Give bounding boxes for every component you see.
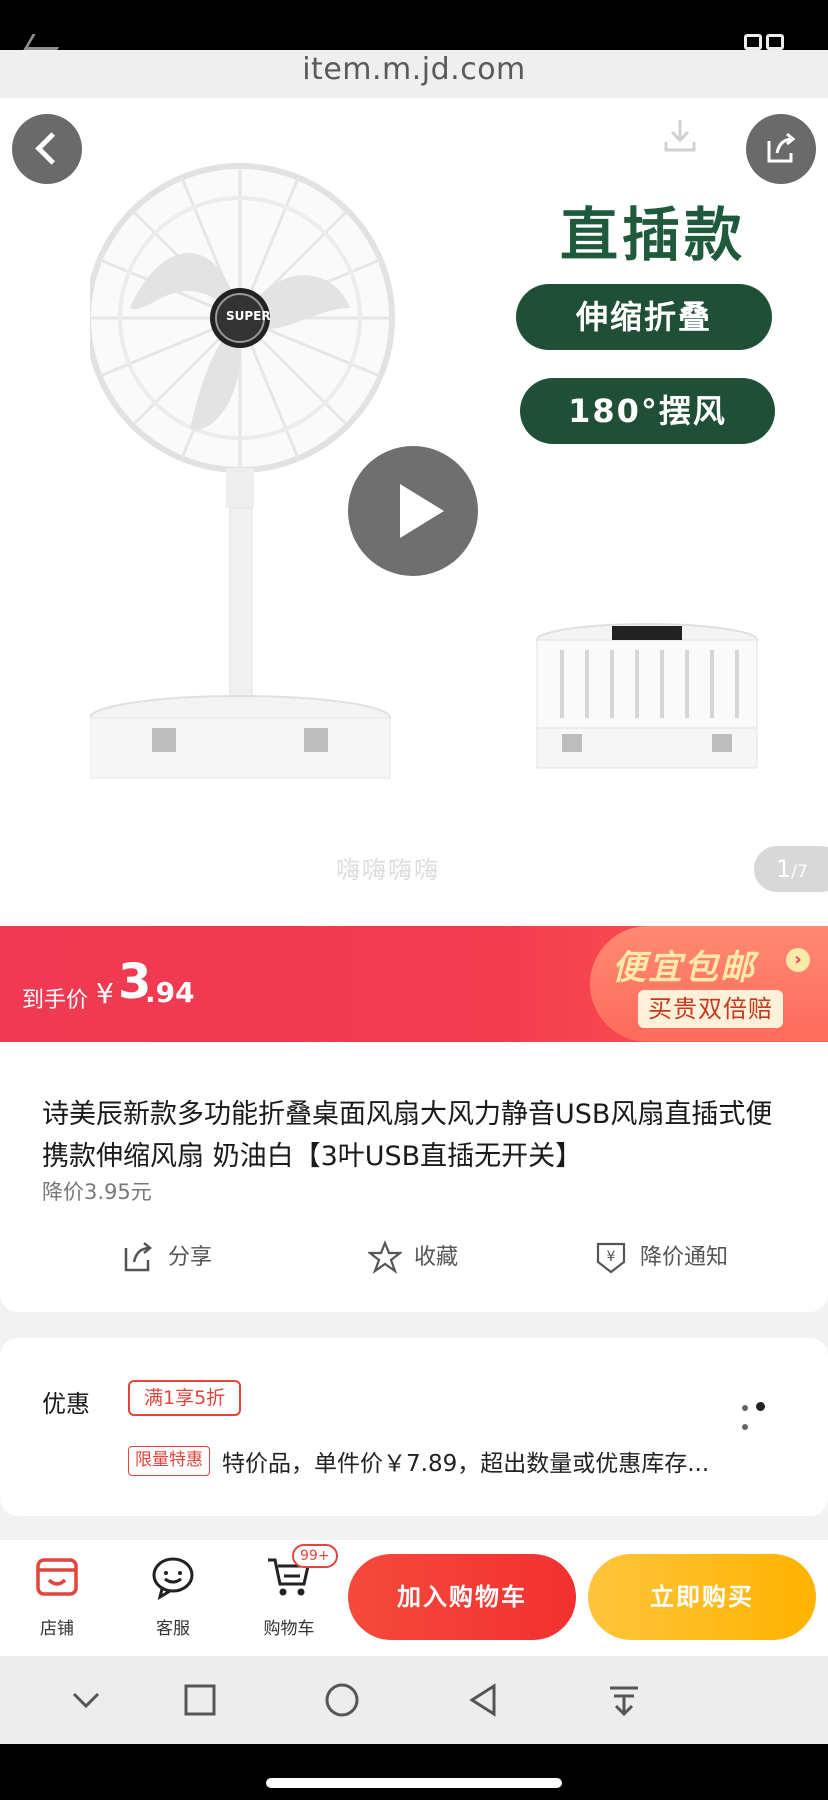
- system-bar: [0, 1744, 828, 1800]
- folded-fan-image: [536, 623, 758, 769]
- url-text: item.m.jd.com: [302, 52, 526, 87]
- store-label: 店铺: [40, 1619, 74, 1639]
- favorite-action[interactable]: 收藏: [368, 1238, 468, 1278]
- share-action[interactable]: 分享: [122, 1238, 222, 1278]
- discount-badge: 满1享5折: [128, 1380, 242, 1416]
- url-bar[interactable]: item.m.jd.com: [0, 50, 828, 98]
- page-total: /7: [791, 862, 808, 882]
- promotion-card[interactable]: 优惠 满1享5折 限量特惠 特价品，单件价￥7.89，超出数量或优惠库存...: [0, 1338, 828, 1516]
- chat-bubble-icon: [152, 1557, 194, 1600]
- store-button[interactable]: 店铺: [12, 1554, 102, 1644]
- price-banner: 到手价 ¥ 3 .94 便宜包邮 › 买贵双倍赔: [0, 926, 828, 1042]
- star-icon: [368, 1240, 402, 1274]
- back-button[interactable]: [12, 114, 82, 184]
- close-icon[interactable]: [23, 34, 67, 50]
- double-compensation-badge: 买贵双倍赔: [638, 990, 783, 1028]
- status-bar: [0, 0, 828, 50]
- limited-offer-badge: 限量特惠: [128, 1446, 210, 1476]
- product-image-carousel[interactable]: SUPER 直插款 伸缩折叠 180°摆风 嗨嗨嗨嗨 1/7: [0, 98, 828, 926]
- circle-home-icon[interactable]: [320, 1678, 364, 1722]
- price-decimal: .94: [145, 976, 195, 1009]
- feature-pill-fold: 伸缩折叠: [516, 284, 772, 350]
- more-icon[interactable]: [742, 1396, 786, 1430]
- share-icon: [124, 1242, 152, 1272]
- free-shipping-label[interactable]: 便宜包邮: [612, 940, 756, 989]
- chevron-right-icon[interactable]: ›: [786, 948, 810, 972]
- service-label: 客服: [156, 1619, 190, 1639]
- add-to-cart-button[interactable]: 加入购物车: [348, 1554, 576, 1640]
- buy-now-button[interactable]: 立即购买: [588, 1554, 816, 1640]
- svg-text:¥: ¥: [607, 1249, 616, 1265]
- image-page-counter: 1/7: [754, 846, 828, 892]
- price-alert-action[interactable]: ¥ 降价通知: [594, 1238, 744, 1278]
- feature-title: 直插款: [560, 201, 747, 269]
- favorite-label: 收藏: [414, 1245, 459, 1270]
- feature-pill-swing: 180°摆风: [520, 378, 775, 444]
- customer-service-button[interactable]: 客服: [128, 1554, 218, 1644]
- share-icon: [767, 132, 796, 163]
- triangle-back-icon[interactable]: [462, 1678, 506, 1722]
- square-icon[interactable]: [178, 1678, 222, 1722]
- price-drop-text: 降价3.95元: [42, 1180, 152, 1204]
- home-indicator[interactable]: [266, 1778, 562, 1788]
- image-watermark: 嗨嗨嗨嗨: [336, 856, 440, 884]
- play-video-button[interactable]: [348, 446, 478, 576]
- cart-label: 购物车: [263, 1619, 315, 1639]
- chevron-down-icon[interactable]: [64, 1678, 108, 1722]
- price-label: 到手价: [22, 988, 89, 1013]
- price-tag-icon: ¥: [596, 1242, 626, 1274]
- promo-description: 特价品，单件价￥7.89，超出数量或优惠库存...: [222, 1451, 710, 1477]
- menu-down-icon[interactable]: [602, 1678, 646, 1722]
- tabs-icon[interactable]: [744, 34, 788, 50]
- browser-nav-bar: [0, 1656, 828, 1744]
- price-currency: ¥: [96, 977, 114, 1010]
- share-label: 分享: [168, 1245, 213, 1270]
- cart-count-badge: 99+: [292, 1544, 338, 1568]
- product-title: 诗美辰新款多功能折叠桌面风扇大风力静音USB风扇直插式便携款伸缩风扇 奶油白【3…: [42, 1099, 773, 1172]
- share-button[interactable]: [746, 114, 816, 184]
- fan-brand-mark: SUPER: [226, 309, 271, 323]
- price-alert-label: 降价通知: [640, 1245, 729, 1270]
- promo-title: 优惠: [42, 1390, 90, 1418]
- page-current: 1: [776, 855, 792, 883]
- product-info-card: 诗美辰新款多功能折叠桌面风扇大风力静音USB风扇直插式便携款伸缩风扇 奶油白【3…: [0, 1042, 828, 1312]
- store-icon: [36, 1558, 78, 1596]
- download-icon[interactable]: [660, 116, 700, 156]
- bottom-action-bar: 店铺 客服 购物车 99+ 加入购物车 立即购买: [0, 1540, 828, 1656]
